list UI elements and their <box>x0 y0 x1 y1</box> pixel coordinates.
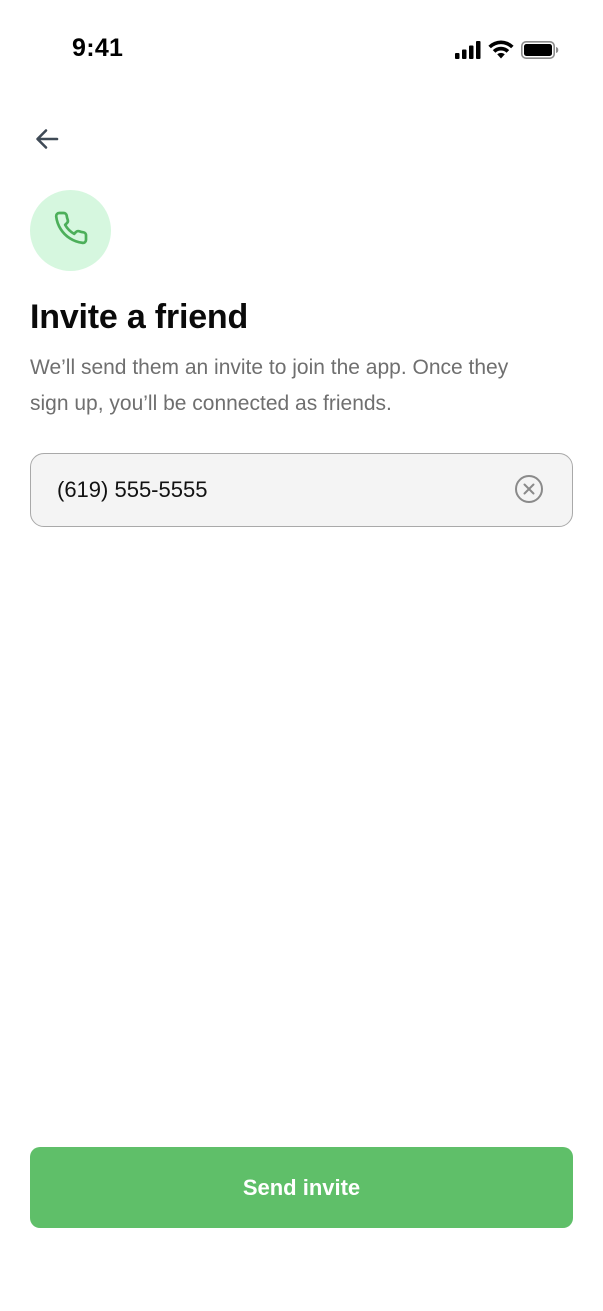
wifi-icon <box>488 40 514 59</box>
arrow-left-icon <box>34 127 60 156</box>
phone-badge <box>30 190 111 271</box>
page-title: Invite a friend <box>30 298 249 336</box>
send-invite-button[interactable]: Send invite <box>30 1147 573 1228</box>
status-time: 9:41 <box>72 34 124 62</box>
phone-number-field <box>30 453 573 527</box>
phone-icon <box>53 210 89 251</box>
battery-icon <box>521 40 559 59</box>
phone-number-input[interactable] <box>57 454 497 526</box>
clear-input-button[interactable] <box>514 474 544 509</box>
cellular-signal-icon <box>455 40 481 59</box>
page-subtitle: We’ll send them an invite to join the ap… <box>30 356 509 415</box>
status-bar: 9:41 <box>0 0 603 100</box>
clear-circle-x-icon <box>514 474 544 509</box>
back-button[interactable] <box>26 120 68 162</box>
status-icons <box>455 40 559 59</box>
